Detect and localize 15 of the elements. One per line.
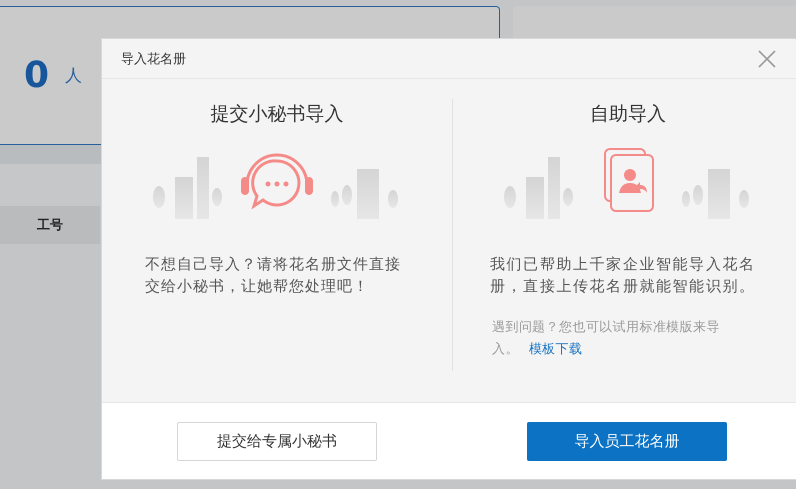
- hint-text: 遇到问题？您也可以试用标准模版来导入。 模板下载: [492, 319, 721, 359]
- option-description: 不想自己导入？请将花名册文件直接交给小秘书，让她帮您处理吧！: [145, 254, 402, 297]
- headset-chat-icon: [241, 154, 313, 208]
- count-unit: 人: [65, 65, 82, 87]
- template-download-link[interactable]: 模板下载: [528, 342, 582, 357]
- option-heading: 提交小秘书导入: [210, 102, 344, 127]
- option-description: 我们已帮助上千家企业智能导入花名册，直接上传花名册就能智能识别。: [490, 254, 757, 297]
- contact-card-icon: [604, 148, 654, 212]
- employee-count: 0: [24, 55, 50, 96]
- dialog-title: 导入花名册: [121, 50, 186, 68]
- submit-button[interactable]: 提交给专属小秘书: [177, 422, 377, 460]
- import-button[interactable]: 导入员工花名册: [527, 422, 727, 460]
- column-header: 工号: [0, 206, 100, 244]
- option-heading: 自助导入: [590, 102, 666, 127]
- close-icon[interactable]: [758, 50, 776, 68]
